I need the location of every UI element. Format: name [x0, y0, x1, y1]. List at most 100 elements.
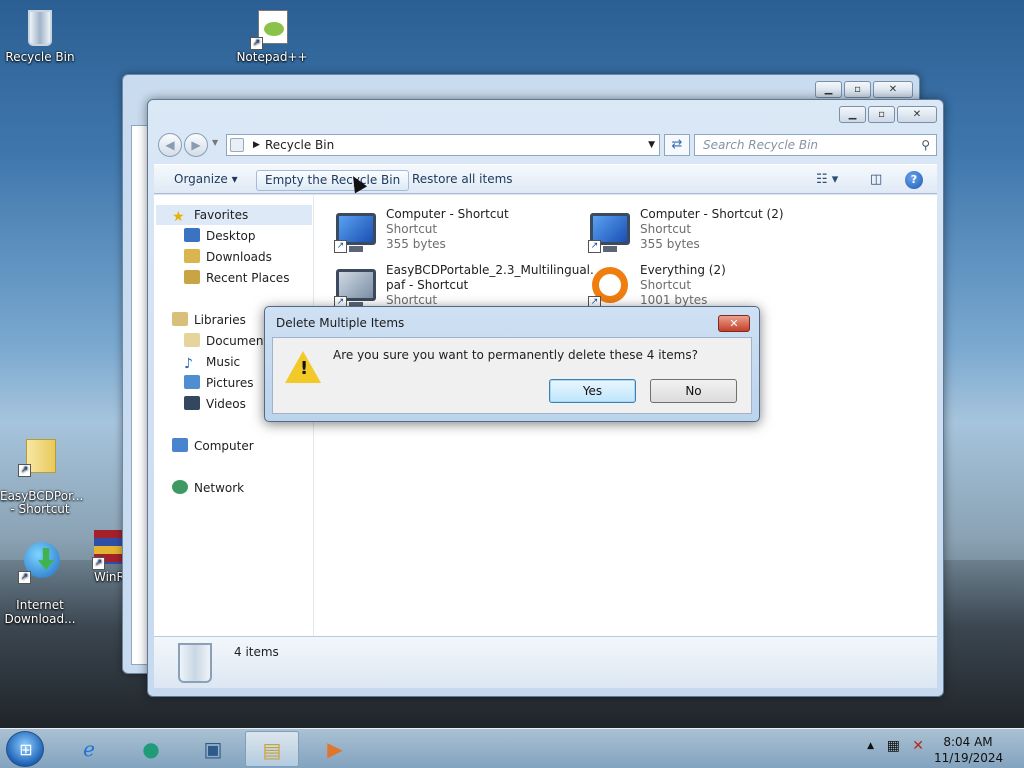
- nav-desktop[interactable]: Desktop: [184, 226, 256, 246]
- dialog-close-button[interactable]: ✕: [718, 315, 750, 332]
- maximize-button[interactable]: ▫: [868, 106, 895, 123]
- close-button[interactable]: ✕: [897, 106, 937, 123]
- recycle-bin-icon: [178, 643, 212, 683]
- desktop-icon-label: EasyBCDPor... - Shortcut: [0, 489, 84, 516]
- desktop-icon-label: Notepad++: [236, 50, 308, 64]
- nav-label: Desktop: [206, 229, 256, 243]
- history-dropdown-icon[interactable]: ▼: [212, 138, 218, 147]
- taskbar-computer[interactable]: ▣: [186, 731, 240, 767]
- nav-label: Videos: [206, 397, 246, 411]
- nav-documents[interactable]: Documents: [184, 331, 274, 351]
- nav-pictures[interactable]: Pictures: [184, 373, 254, 393]
- nav-libraries[interactable]: Libraries: [172, 310, 246, 330]
- nav-label: Favorites: [194, 208, 249, 222]
- address-text: Recycle Bin: [265, 138, 335, 152]
- search-placeholder: Search Recycle Bin: [703, 138, 819, 152]
- volume-muted-icon[interactable]: ✕: [912, 738, 924, 754]
- windows-logo-icon: ⊞: [19, 740, 33, 759]
- status-bar: 4 items: [154, 636, 937, 688]
- delete-confirm-dialog[interactable]: Delete Multiple Items ✕ ! Are you sure y…: [264, 306, 760, 422]
- show-hidden-icons-icon[interactable]: ▲: [867, 741, 874, 751]
- taskbar-media-player[interactable]: ●: [124, 731, 178, 767]
- preview-pane-icon[interactable]: ◫: [870, 171, 882, 189]
- recent-places-icon: [184, 270, 200, 284]
- file-type: Shortcut: [640, 278, 692, 292]
- nav-label: Network: [194, 481, 245, 495]
- chevron-right-icon[interactable]: ▶: [253, 135, 260, 155]
- empty-recycle-bin-button[interactable]: Empty the Recycle Bin: [256, 170, 410, 191]
- recycle-bin-icon: [20, 8, 60, 48]
- refresh-button[interactable]: ⇄: [664, 134, 690, 156]
- organize-label: Organize: [174, 172, 228, 186]
- dialog-content: ! Are you sure you want to permanently d…: [272, 337, 752, 414]
- search-icon[interactable]: ⚲: [921, 135, 930, 155]
- search-input[interactable]: Search Recycle Bin ⚲: [694, 134, 937, 156]
- media-player-icon: ●: [142, 737, 160, 761]
- no-button[interactable]: No: [650, 379, 737, 403]
- minimize-button[interactable]: ▁: [839, 106, 866, 123]
- clock-time: 8:04 AM: [943, 735, 993, 749]
- organize-button[interactable]: Organize ▾: [166, 170, 246, 191]
- file-type: Shortcut: [640, 222, 692, 236]
- play-icon: ▶: [327, 737, 343, 761]
- nav-label: Pictures: [206, 376, 254, 390]
- file-name: Everything (2): [640, 263, 726, 277]
- background-window-caption-buttons: ▁ ▫ ✕: [815, 81, 913, 98]
- taskbar-media[interactable]: ▶: [308, 731, 362, 767]
- computer-icon: ▣: [203, 737, 223, 761]
- computer-icon: [172, 438, 188, 452]
- nav-label: Computer: [194, 439, 254, 453]
- desktop-icon-recycle-bin[interactable]: Recycle Bin: [0, 8, 80, 64]
- desktop-icon-label: Internet Download...: [4, 598, 76, 626]
- desktop-icon-notepadpp[interactable]: ↗ Notepad++: [232, 8, 312, 64]
- close-icon[interactable]: ✕: [873, 81, 913, 98]
- desktop-icon-easybcd[interactable]: ↗ EasyBCDPor... - Shortcut: [0, 422, 84, 529]
- dialog-title: Delete Multiple Items: [276, 316, 405, 330]
- taskbar-ie[interactable]: ℯ: [62, 731, 116, 767]
- easybcd-shortcut-icon: ↗: [332, 267, 380, 311]
- downloads-icon: [184, 249, 200, 263]
- nav-favorites[interactable]: ★ Favorites: [156, 205, 312, 225]
- nav-label: Downloads: [206, 250, 272, 264]
- computer-shortcut-icon: ↗: [332, 211, 380, 255]
- videos-icon: [184, 396, 200, 410]
- caption-buttons: ▁ ▫ ✕: [839, 106, 937, 123]
- address-row: ◀ ▶ ▼ ▶ Recycle Bin ▼ ⇄ Search Recycle B…: [156, 132, 937, 158]
- maximize-icon[interactable]: ▫: [844, 81, 871, 98]
- file-name: EasyBCDPortable_2.3_Multilingual.: [386, 263, 594, 277]
- nav-label: Libraries: [194, 313, 246, 327]
- star-icon: ★: [172, 209, 185, 225]
- view-options-icon[interactable]: ☷ ▾: [816, 171, 838, 189]
- nav-network[interactable]: Network: [172, 478, 244, 498]
- address-bar[interactable]: ▶ Recycle Bin ▼: [226, 134, 660, 156]
- desktop-icon-idm[interactable]: ↗ Internet Download...: [0, 528, 80, 640]
- nav-recent-places[interactable]: Recent Places: [184, 268, 289, 288]
- list-item[interactable]: ↗ Computer - Shortcut (2) Shortcut 355 byt…: [568, 205, 818, 257]
- nav-computer[interactable]: Computer: [172, 436, 254, 456]
- restore-all-button[interactable]: Restore all items: [404, 170, 521, 191]
- minimize-icon[interactable]: ▁: [815, 81, 842, 98]
- network-icon[interactable]: ▦: [887, 738, 900, 754]
- everything-shortcut-icon: ↗: [586, 267, 634, 311]
- nav-music[interactable]: ♪ Music: [184, 352, 240, 372]
- start-button[interactable]: ⊞: [6, 731, 44, 767]
- command-bar: Organize ▾ Empty the Recycle Bin Restore…: [154, 164, 937, 194]
- file-name-line2: paf - Shortcut: [386, 278, 469, 292]
- idm-icon: ↗: [18, 542, 60, 584]
- chevron-down-icon[interactable]: ▼: [648, 135, 655, 155]
- desktop-icon-label: Recycle Bin: [5, 50, 75, 64]
- computer-shortcut-icon: ↗: [586, 211, 634, 255]
- pictures-icon: [184, 375, 200, 389]
- music-icon: ♪: [184, 356, 193, 372]
- clock[interactable]: 8:04 AM 11/19/2024: [934, 734, 1003, 766]
- taskbar-explorer[interactable]: ▤: [245, 731, 299, 767]
- back-button[interactable]: ◀: [158, 133, 182, 157]
- forward-button[interactable]: ▶: [184, 133, 208, 157]
- nav-videos[interactable]: Videos: [184, 394, 246, 414]
- documents-icon: [184, 333, 200, 347]
- yes-button[interactable]: Yes: [549, 379, 636, 403]
- nav-downloads[interactable]: Downloads: [184, 247, 272, 267]
- taskbar: ⊞ ℯ ● ▣ ▤ ▶ ▲ ▦ ✕ 8:04 AM 11/19/2024: [0, 728, 1024, 768]
- list-item[interactable]: ↗ Computer - Shortcut Shortcut 355 bytes: [314, 205, 564, 257]
- help-icon[interactable]: ?: [905, 171, 923, 189]
